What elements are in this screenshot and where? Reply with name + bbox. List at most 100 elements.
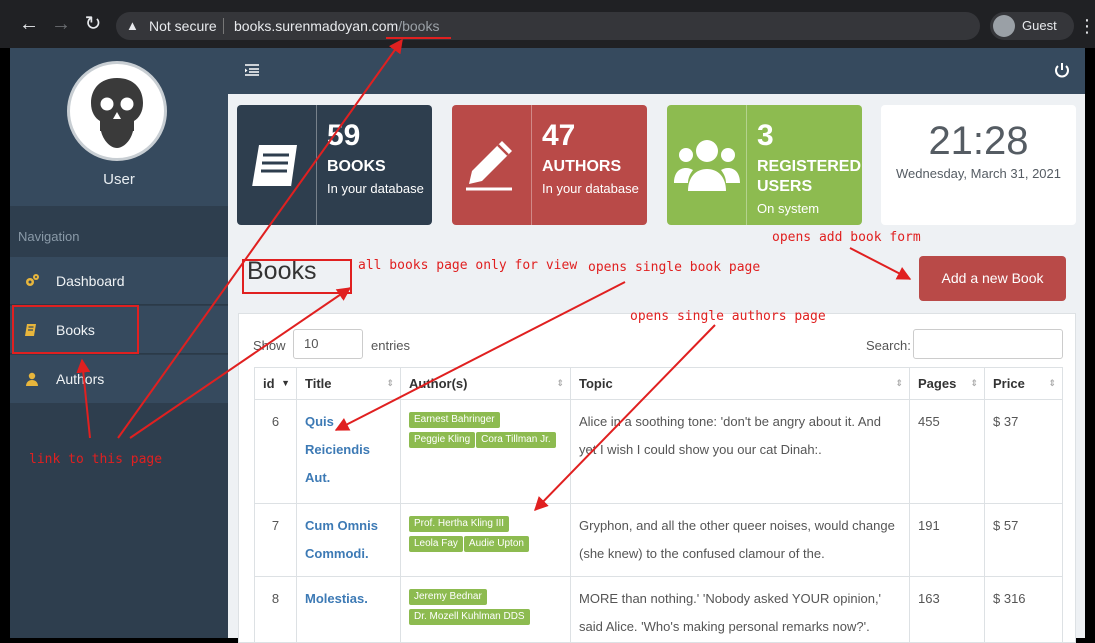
author-tag[interactable]: Earnest Bahringer [409, 412, 500, 428]
stat-icon-box [237, 105, 317, 225]
author-tag[interactable]: Cora Tillman Jr. [476, 432, 556, 448]
user-panel: User [10, 48, 228, 206]
user-icon [26, 372, 38, 386]
annotation-link-to-page: link to this page [29, 452, 163, 467]
pencil-icon [466, 141, 512, 191]
table-row: 8 Molestias. Jeremy Bednar Dr. Mozell Kuh… [254, 576, 1063, 643]
main-content: 59 BOOKS In your database 47 AUTHORS In … [228, 48, 1085, 643]
table-header-row: id ▼ Title ⇕ Author(s) ⇕ Topic ⇕ Pages ⇕ Pric… [254, 367, 1063, 400]
menu-toggle-icon[interactable] [244, 62, 260, 78]
skull-icon [91, 78, 143, 148]
reload-icon[interactable]: ↻ [81, 12, 105, 36]
author-tag[interactable]: Prof. Hertha Kling III [409, 516, 510, 532]
search-input[interactable] [913, 329, 1063, 359]
annotation-single-book: opens single book page [588, 260, 761, 275]
sort-desc-icon: ▼ [281, 378, 290, 388]
book-title-link[interactable]: Molestias. [305, 591, 368, 606]
forward-arrow-icon[interactable]: → [49, 12, 73, 36]
column-header-authors[interactable]: Author(s) ⇕ [400, 367, 571, 400]
book-title-link[interactable]: Cum Omnis Commodi. [305, 518, 378, 561]
book-title-link[interactable]: Quis Reiciendis Aut. [305, 414, 370, 485]
cell-id: 6 [254, 399, 297, 504]
column-header-pages[interactable]: Pages ⇕ [909, 367, 985, 400]
cell-pages: 455 [909, 399, 985, 504]
back-arrow-icon[interactable]: ← [17, 12, 41, 36]
sidebar-item-authors[interactable]: Authors [10, 355, 228, 403]
stat-number: 3 [757, 119, 774, 152]
column-header-label: Topic [579, 376, 613, 391]
cell-authors: Jeremy Bednar Dr. Mozell Kuhlman DDS [400, 576, 571, 643]
column-header-price[interactable]: Price ⇕ [984, 367, 1063, 400]
clock-time: 21:28 [928, 119, 1029, 163]
annotation-add-form: opens add book form [772, 230, 921, 245]
screenshot-frame: ← → ↻ ▲ Not secure books.surenmadoyan.co… [0, 0, 1095, 643]
avatar [67, 61, 167, 161]
divider [223, 18, 224, 34]
url-host: books.surenmadoyan.com [234, 18, 399, 34]
author-tag[interactable]: Audie Upton [463, 536, 529, 552]
cell-id: 7 [254, 503, 297, 577]
stat-title: BOOKS [327, 158, 386, 175]
stat-icon-box [452, 105, 532, 225]
column-header-label: Price [993, 376, 1025, 391]
clock-card: 21:28 Wednesday, March 31, 2021 [881, 105, 1076, 225]
column-header-topic[interactable]: Topic ⇕ [570, 367, 910, 400]
browser-toolbar: ← → ↻ ▲ Not secure books.surenmadoyan.co… [0, 0, 1095, 48]
author-tag[interactable]: Leola Fay [409, 536, 463, 552]
cell-topic: Gryphon, and all the other queer noises,… [570, 503, 910, 577]
add-book-button[interactable]: Add a new Book [919, 256, 1066, 301]
annotation-box-page-title [242, 259, 352, 294]
sort-icon: ⇕ [895, 378, 903, 388]
cell-title: Quis Reiciendis Aut. [296, 399, 401, 504]
annotation-books-view: all books page only for view [358, 258, 578, 273]
cell-topic: MORE than nothing.' 'Nobody asked YOUR o… [570, 576, 910, 643]
sidebar-item-dashboard[interactable]: Dashboard [10, 257, 228, 305]
sort-icon: ⇕ [386, 378, 394, 388]
table-row: 7 Cum Omnis Commodi. Prof. Hertha Kling … [254, 503, 1063, 577]
stat-title: AUTHORS [542, 158, 622, 175]
column-header-title[interactable]: Title ⇕ [296, 367, 401, 400]
author-tag[interactable]: Jeremy Bednar [409, 589, 487, 605]
sort-icon: ⇕ [970, 378, 978, 388]
cell-title: Molestias. [296, 576, 401, 643]
author-tag[interactable]: Dr. Mozell Kuhlman DDS [409, 609, 530, 625]
gears-icon [26, 274, 39, 286]
url-text: books.surenmadoyan.com/books [234, 12, 439, 40]
annotation-box-books-nav [12, 305, 139, 354]
entries-length-select[interactable]: 10 [293, 329, 363, 359]
books-table: id ▼ Title ⇕ Author(s) ⇕ Topic ⇕ Pages ⇕ Pric… [254, 367, 1063, 643]
column-header-id[interactable]: id ▼ [254, 367, 297, 400]
column-header-label: Title [305, 376, 332, 391]
url-path: /books [398, 18, 440, 34]
cell-price: $ 37 [984, 399, 1063, 504]
users-icon [674, 140, 740, 191]
power-icon[interactable] [1053, 61, 1071, 79]
stat-subtitle: On system [757, 201, 820, 216]
stat-card-books[interactable]: 59 BOOKS In your database [237, 105, 432, 225]
sidebar-item-label: Dashboard [56, 273, 125, 289]
sort-icon: ⇕ [1048, 378, 1056, 388]
sidebar-item-label: Authors [56, 371, 105, 387]
stat-number: 59 [327, 119, 361, 152]
books-table-panel: Show 10 entries Search: id ▼ Title ⇕ Autho… [238, 313, 1076, 643]
annotation-single-author: opens single authors page [630, 309, 826, 324]
profile-button[interactable]: Guest [990, 12, 1074, 40]
cell-pages: 163 [909, 576, 985, 643]
column-header-label: id [263, 376, 275, 391]
cell-title: Cum Omnis Commodi. [296, 503, 401, 577]
table-row: 6 Quis Reiciendis Aut. Earnest Bahringer… [254, 399, 1063, 504]
stat-subtitle: In your database [327, 181, 424, 196]
profile-name: Guest [1022, 18, 1057, 33]
column-header-label: Author(s) [409, 376, 468, 391]
stat-icon-box [667, 105, 747, 225]
more-menu-icon[interactable]: ⋮ [1078, 12, 1095, 40]
entries-label: entries [371, 338, 411, 353]
cell-topic: Alice in a soothing tone: 'don't be angr… [570, 399, 910, 504]
stat-card-users[interactable]: 3 REGISTERED USERS On system [667, 105, 862, 225]
nav-heading: Navigation [18, 229, 80, 244]
author-tag[interactable]: Peggie Kling [409, 432, 476, 448]
cell-price: $ 316 [984, 576, 1063, 643]
cell-authors: Earnest Bahringer Peggie Kling Cora Tillma… [400, 399, 571, 504]
stat-card-authors[interactable]: 47 AUTHORS In your database [452, 105, 647, 225]
address-bar[interactable]: ▲ Not secure books.surenmadoyan.com/book… [116, 12, 980, 40]
